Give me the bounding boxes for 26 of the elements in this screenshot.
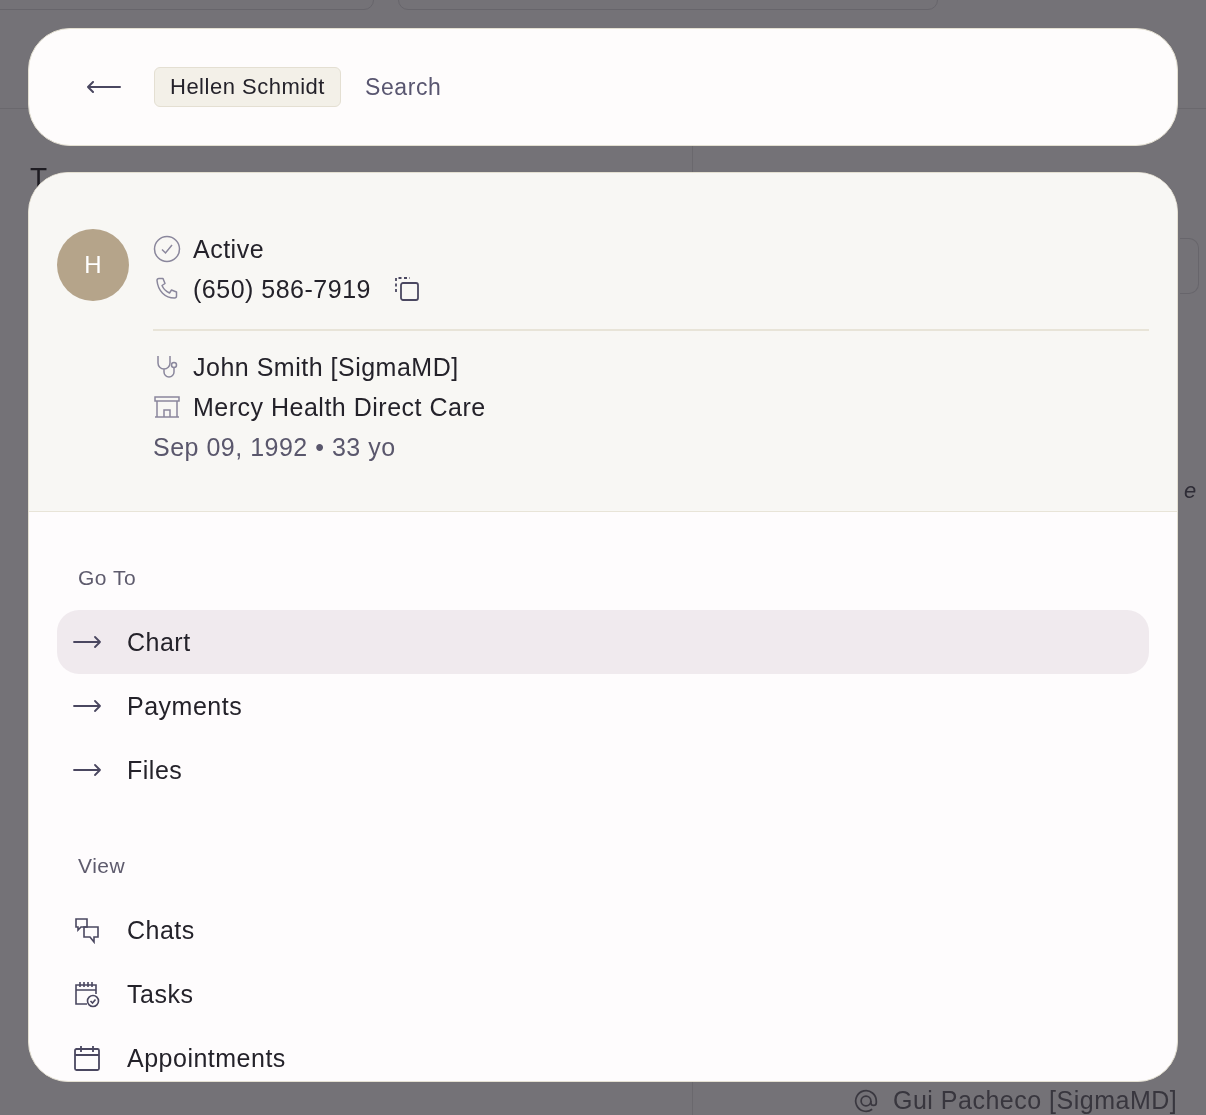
birth-date: Sep 09, 1992 • 33 yo bbox=[153, 432, 396, 462]
section-title: View bbox=[77, 853, 126, 879]
check-circle-icon bbox=[153, 235, 181, 263]
side-text: e bbox=[1184, 478, 1197, 504]
menu-item[interactable]: Payments bbox=[57, 674, 1149, 738]
calendar-check-icon bbox=[73, 980, 101, 1008]
calendar-icon bbox=[73, 1044, 101, 1072]
clinic-name: Mercy Health Direct Care bbox=[193, 392, 486, 422]
building-icon bbox=[153, 393, 181, 421]
at-icon bbox=[853, 1087, 879, 1114]
copy-button[interactable] bbox=[392, 275, 421, 303]
provider-name: John Smith [SigmaMD] bbox=[193, 352, 459, 382]
search-field[interactable]: Search bbox=[362, 72, 667, 102]
patient-chip[interactable]: Hellen Schmidt bbox=[154, 67, 341, 107]
section-title: Go To bbox=[77, 565, 137, 591]
menu-item[interactable]: Chats bbox=[57, 898, 1149, 962]
menu-item[interactable]: Files bbox=[57, 738, 1149, 802]
avatar: H bbox=[57, 229, 129, 301]
status-text: Active bbox=[193, 234, 265, 264]
user-name: Gui Pacheco [SigmaMD] bbox=[893, 1086, 1178, 1115]
menu-item[interactable]: Appointments bbox=[57, 1026, 1149, 1081]
chat-bubbles-icon bbox=[73, 916, 101, 944]
phone-number: (650) 586-7919 bbox=[193, 274, 371, 304]
menu-item[interactable]: Chart bbox=[57, 610, 1149, 674]
section-heading: T bbox=[30, 162, 48, 194]
menu-item[interactable]: Tasks bbox=[57, 962, 1149, 1026]
